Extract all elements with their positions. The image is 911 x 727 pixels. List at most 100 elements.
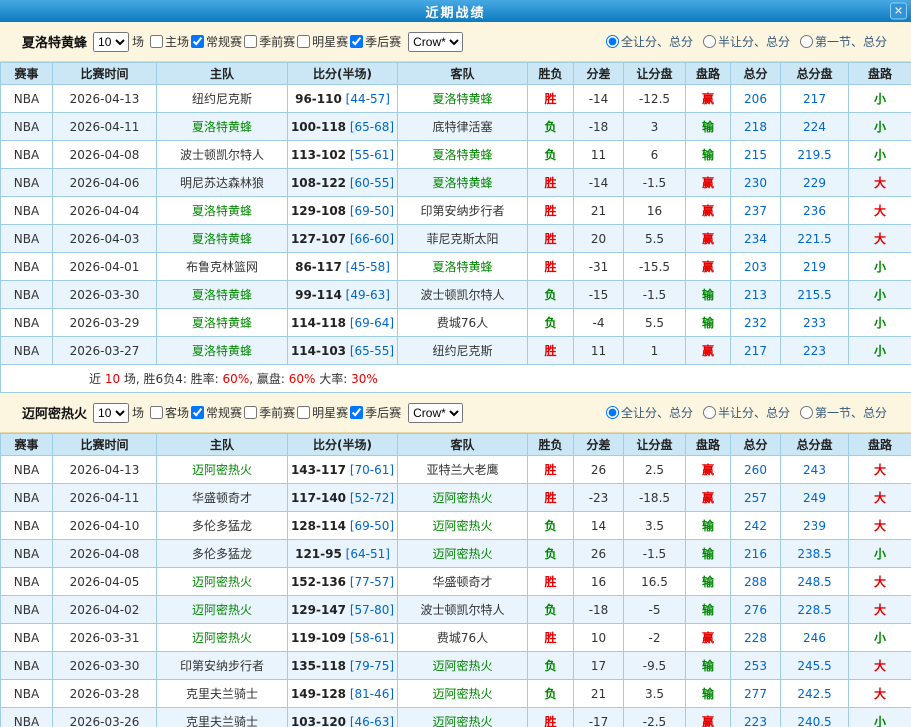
home-team-cell: 迈阿密热火 xyxy=(157,456,288,484)
summary-text: 大率: xyxy=(315,372,351,386)
full-score: 129-108 xyxy=(291,204,346,218)
radio-label: 全让分、总分 xyxy=(621,404,693,421)
handicap-result-cell: 赢 xyxy=(686,197,731,225)
source-select[interactable]: Crow* xyxy=(408,403,463,423)
point-diff-cell: 14 xyxy=(574,512,624,540)
total-points-cell: 277 xyxy=(731,680,781,708)
checkbox-icon[interactable] xyxy=(244,406,257,419)
stat-mode-radio[interactable]: 全让分、总分 xyxy=(606,404,693,421)
ou-result-cell: 小 xyxy=(849,337,911,365)
summary-text: 10 xyxy=(105,372,120,386)
half-score: [60-55] xyxy=(346,176,394,190)
filter-checkbox[interactable]: 季前赛 xyxy=(244,404,295,421)
handicap-line-cell: 6 xyxy=(624,141,686,169)
checkbox-icon[interactable] xyxy=(297,35,310,48)
point-diff-cell: -23 xyxy=(574,484,624,512)
score-cell: 114-103 [65-55] xyxy=(288,337,398,365)
column-header: 比分(半场) xyxy=(288,434,398,456)
close-icon[interactable]: ✕ xyxy=(890,3,907,20)
away-team-cell: 迈阿密热火 xyxy=(398,680,528,708)
away-team-cell: 夏洛特黄蜂 xyxy=(398,169,528,197)
stat-mode-radio[interactable]: 第一节、总分 xyxy=(800,404,887,421)
filter-checkbox[interactable]: 明星赛 xyxy=(297,404,348,421)
checkbox-icon[interactable] xyxy=(350,406,363,419)
away-team-cell: 亚特兰大老鹰 xyxy=(398,456,528,484)
games-count-select[interactable]: 10 xyxy=(93,403,129,423)
checkbox-icon[interactable] xyxy=(297,406,310,419)
half-score: [55-61] xyxy=(346,148,394,162)
league-cell: NBA xyxy=(1,197,53,225)
summary-cell: 近 10 场, 胜6负4: 胜率: 60%, 赢盘: 60% 大率: 30% xyxy=(1,365,911,393)
home-team-cell: 迈阿密热火 xyxy=(157,568,288,596)
stat-mode-radio[interactable]: 半让分、总分 xyxy=(703,33,790,50)
radio-icon[interactable] xyxy=(606,35,619,48)
ou-result-cell: 大 xyxy=(849,225,911,253)
result-cell: 负 xyxy=(528,281,574,309)
checkbox-icon[interactable] xyxy=(244,35,257,48)
filter-checkbox[interactable]: 季后赛 xyxy=(350,33,401,50)
half-score: [69-50] xyxy=(346,204,394,218)
home-team-cell: 夏洛特黄蜂 xyxy=(157,337,288,365)
total-points-cell: 234 xyxy=(731,225,781,253)
filter-checkbox[interactable]: 明星赛 xyxy=(297,33,348,50)
score-cell: 152-136 [77-57] xyxy=(288,568,398,596)
date-cell: 2026-03-30 xyxy=(53,281,157,309)
stat-mode-radio[interactable]: 半让分、总分 xyxy=(703,404,790,421)
column-header: 分差 xyxy=(574,63,624,85)
total-line-cell: 242.5 xyxy=(781,680,849,708)
point-diff-cell: -14 xyxy=(574,85,624,113)
score-cell: 117-140 [52-72] xyxy=(288,484,398,512)
point-diff-cell: 11 xyxy=(574,337,624,365)
score-cell: 143-117 [70-61] xyxy=(288,456,398,484)
filter-checkbox[interactable]: 常规赛 xyxy=(191,33,242,50)
total-points-cell: 203 xyxy=(731,253,781,281)
checkbox-icon[interactable] xyxy=(191,35,204,48)
date-cell: 2026-04-02 xyxy=(53,596,157,624)
ou-result-cell: 大 xyxy=(849,169,911,197)
total-points-cell: 260 xyxy=(731,456,781,484)
result-cell: 胜 xyxy=(528,708,574,727)
games-count-select[interactable]: 10 xyxy=(93,32,129,52)
game-row: NBA2026-04-10多伦多猛龙128-114 [69-50]迈阿密热火负1… xyxy=(1,512,911,540)
column-header: 让分盘 xyxy=(624,434,686,456)
league-cell: NBA xyxy=(1,484,53,512)
date-cell: 2026-04-08 xyxy=(53,540,157,568)
total-points-cell: 228 xyxy=(731,624,781,652)
radio-icon[interactable] xyxy=(606,406,619,419)
checkbox-icon[interactable] xyxy=(150,406,163,419)
league-cell: NBA xyxy=(1,652,53,680)
checkbox-icon[interactable] xyxy=(191,406,204,419)
header-row: 赛事比赛时间主队比分(半场)客队胜负分差让分盘盘路总分总分盘盘路 xyxy=(1,63,911,85)
filter-checkbox[interactable]: 主场 xyxy=(150,33,189,50)
filter-checkbox[interactable]: 客场 xyxy=(150,404,189,421)
full-score: 108-122 xyxy=(291,176,346,190)
home-team-cell: 克里夫兰骑士 xyxy=(157,680,288,708)
handicap-result-cell: 赢 xyxy=(686,456,731,484)
checkbox-icon[interactable] xyxy=(350,35,363,48)
radio-icon[interactable] xyxy=(800,406,813,419)
radio-icon[interactable] xyxy=(703,35,716,48)
stat-mode-radio[interactable]: 第一节、总分 xyxy=(800,33,887,50)
home-team-cell: 印第安纳步行者 xyxy=(157,652,288,680)
full-score: 117-140 xyxy=(291,491,346,505)
filter-checkbox[interactable]: 季后赛 xyxy=(350,404,401,421)
radio-icon[interactable] xyxy=(703,406,716,419)
radio-icon[interactable] xyxy=(800,35,813,48)
total-line-cell: 224 xyxy=(781,113,849,141)
handicap-result-cell: 赢 xyxy=(686,225,731,253)
filter-checkbox[interactable]: 常规赛 xyxy=(191,404,242,421)
checkbox-icon[interactable] xyxy=(150,35,163,48)
source-select[interactable]: Crow* xyxy=(408,32,463,52)
league-cell: NBA xyxy=(1,596,53,624)
league-cell: NBA xyxy=(1,85,53,113)
half-score: [81-46] xyxy=(346,687,394,701)
stat-mode-radio[interactable]: 全让分、总分 xyxy=(606,33,693,50)
full-score: 129-147 xyxy=(291,603,346,617)
away-team-cell: 夏洛特黄蜂 xyxy=(398,141,528,169)
result-cell: 负 xyxy=(528,512,574,540)
filter-checkbox[interactable]: 季前赛 xyxy=(244,33,295,50)
total-points-cell: 230 xyxy=(731,169,781,197)
game-row: NBA2026-03-28克里夫兰骑士149-128 [81-46]迈阿密热火负… xyxy=(1,680,911,708)
ou-result-cell: 大 xyxy=(849,568,911,596)
total-line-cell: 245.5 xyxy=(781,652,849,680)
